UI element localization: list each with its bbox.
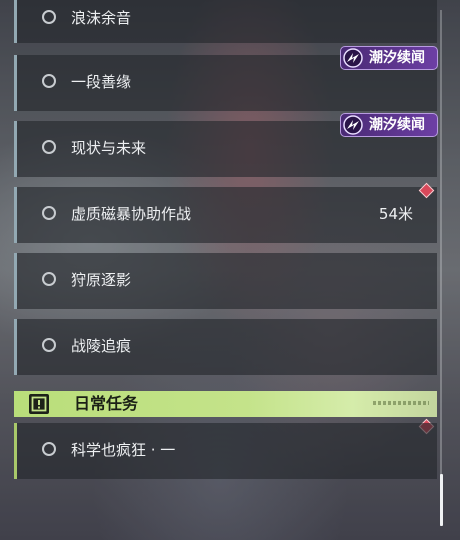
tide-logo-icon — [343, 115, 363, 135]
exclamation-icon — [29, 394, 49, 414]
tide-story-badge: 潮汐续闻 — [340, 113, 438, 137]
badge-label: 潮汐续闻 — [369, 50, 425, 66]
scrollbar-thumb[interactable] — [440, 474, 443, 526]
quest-title: 一段善缘 — [71, 73, 132, 91]
quest-title: 狩原逐影 — [71, 271, 132, 289]
quest-distance: 54米 — [378, 205, 413, 223]
tide-logo-icon — [343, 48, 363, 68]
tide-story-badge: 潮汐续闻 — [340, 46, 438, 70]
circle-icon — [42, 206, 56, 220]
quest-title: 现状与未来 — [71, 139, 147, 157]
quest-item[interactable]: 狩原逐影 — [14, 253, 437, 309]
quest-item[interactable]: 战陵追痕 — [14, 319, 437, 375]
section-title: 日常任务 — [74, 394, 139, 413]
quest-title: 浪沫余音 — [71, 9, 132, 27]
badge-label: 潮汐续闻 — [369, 117, 425, 133]
circle-icon — [42, 272, 56, 286]
quest-title: 虚质磁暴协助作战 — [71, 205, 192, 223]
decorative-stripe — [373, 401, 429, 405]
quest-item[interactable]: 科学也疯狂 · 一 — [14, 423, 437, 479]
circle-icon — [42, 74, 56, 88]
daily-section-header: 日常任务 — [14, 391, 437, 417]
quest-title: 科学也疯狂 · 一 — [71, 441, 176, 459]
quest-title: 战陵追痕 — [71, 337, 132, 355]
quest-item[interactable]: 浪沫余音 — [14, 0, 437, 43]
circle-icon — [42, 10, 56, 24]
circle-icon — [42, 338, 56, 352]
circle-icon — [42, 442, 56, 456]
circle-icon — [42, 140, 56, 154]
scrollbar-track[interactable] — [440, 10, 442, 526]
quest-item[interactable]: 虚质磁暴协助作战 54米 — [14, 187, 437, 243]
